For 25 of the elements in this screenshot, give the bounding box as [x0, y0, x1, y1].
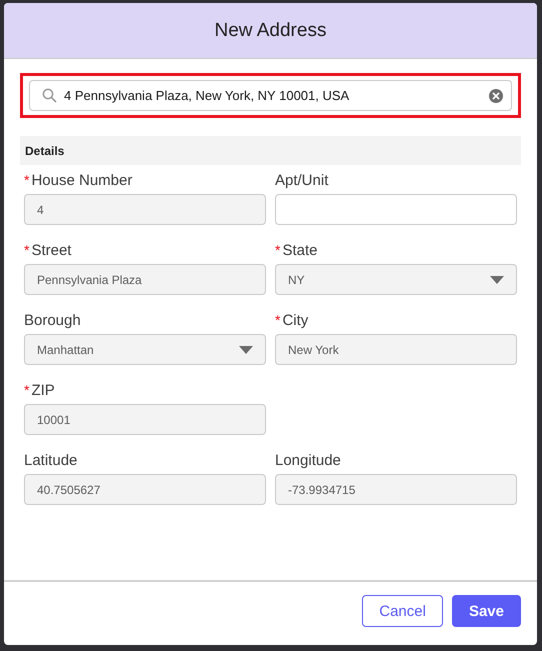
required-mark: * [24, 382, 30, 398]
required-mark: * [24, 242, 30, 258]
field-label: Borough [24, 312, 81, 328]
field-label: Apt/Unit [275, 172, 328, 188]
cancel-button[interactable]: Cancel [362, 595, 443, 627]
input-field[interactable] [275, 194, 517, 225]
field-label: Latitude [24, 452, 78, 468]
required-mark: * [275, 312, 280, 328]
required-mark: * [24, 172, 30, 188]
caret-icon [239, 346, 253, 354]
field-label: State [282, 242, 318, 258]
field-label: City [282, 312, 308, 328]
save-button[interactable]: Save [452, 595, 521, 627]
field-label: Street [31, 242, 72, 258]
field-label: ZIP [31, 382, 55, 398]
field-label: House Number [31, 172, 132, 188]
clear-icon[interactable] [489, 88, 503, 102]
dialog-title: New Address [214, 20, 326, 42]
search-field[interactable]: 4 Pennsylvania Plaza, New York, NY 10001, USA [29, 80, 512, 111]
required-mark: * [275, 242, 280, 258]
search-text: 4 Pennsylvania Plaza, New York, NY 10001, USA [64, 88, 350, 103]
section-title: Details [25, 144, 64, 158]
caret-icon [490, 276, 504, 284]
field-label: Longitude [275, 452, 341, 468]
search-icon [42, 88, 57, 103]
